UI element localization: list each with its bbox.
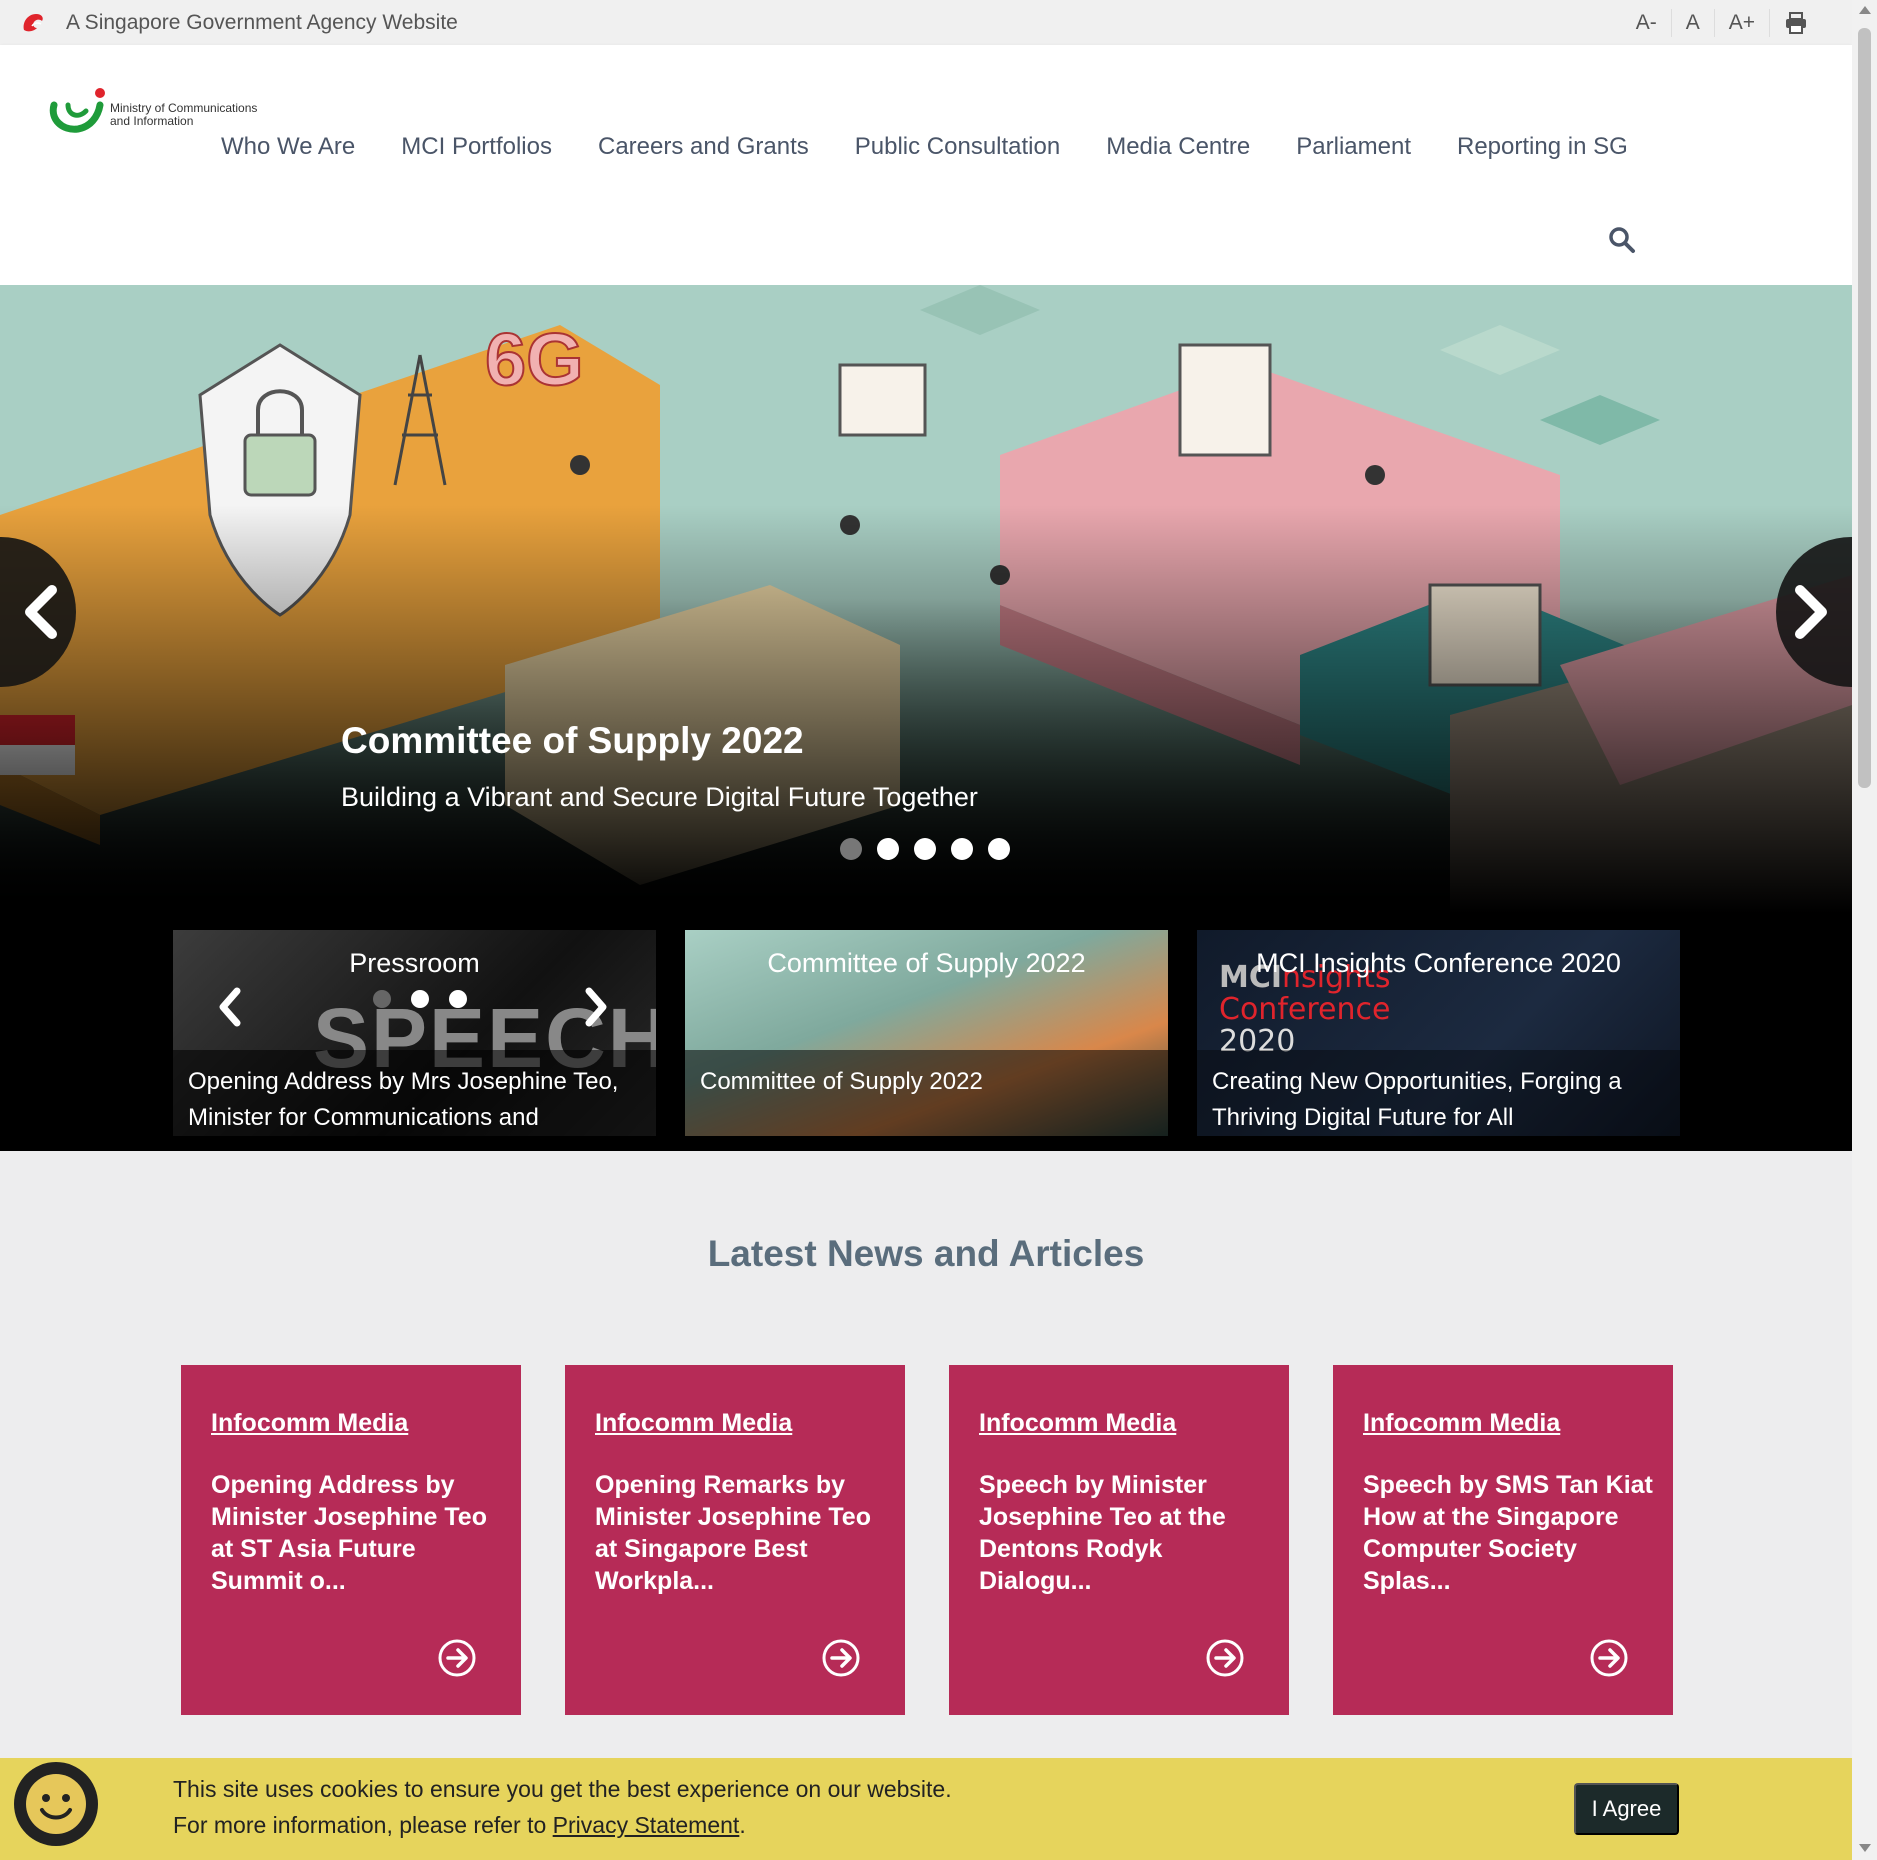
hero-illustration: 6G — [0, 285, 1852, 913]
nav-mci-portfolios[interactable]: MCI Portfolios — [378, 133, 575, 161]
nav-parliament[interactable]: Parliament — [1273, 133, 1434, 161]
news-card[interactable]: Infocomm Media Speech by SMS Tan Kiat Ho… — [1333, 1365, 1673, 1715]
feature-card-heading: Pressroom — [349, 948, 480, 978]
news-card[interactable]: Infocomm Media Opening Remarks by Minist… — [565, 1365, 905, 1715]
pressroom-dot-2[interactable] — [411, 990, 429, 1008]
nav-media-centre[interactable]: Media Centre — [1083, 133, 1273, 161]
nav-public-consultation[interactable]: Public Consultation — [832, 133, 1083, 161]
smiley-icon — [26, 1774, 86, 1834]
mci-logo-mark — [49, 88, 105, 133]
feature-card-pressroom[interactable]: SPEECH Pressroom Opening Address by Mrs … — [173, 930, 656, 1136]
cookie-banner: This site uses cookies to ensure you get… — [0, 1758, 1852, 1860]
hero-carousel: 6G Committee of S — [0, 285, 1852, 913]
gov-masthead-text: A Singapore Government Agency Website — [66, 10, 458, 34]
arrow-right-circle-icon[interactable] — [437, 1638, 477, 1678]
feature-card-body: Opening Address by Mrs Josephine Teo, Mi… — [173, 1050, 656, 1136]
scroll-down-arrow[interactable] — [1859, 1844, 1871, 1852]
privacy-statement-link[interactable]: Privacy Statement — [553, 1812, 740, 1838]
logo-text: Ministry of Communications and Informati… — [110, 102, 257, 128]
pressroom-dot-1[interactable] — [373, 990, 391, 1008]
news-category-link[interactable]: Infocomm Media — [595, 1409, 792, 1438]
cookie-period: . — [739, 1812, 746, 1838]
hero-dot-5[interactable] — [988, 838, 1010, 860]
news-title[interactable]: Opening Address by Minister Josephine Te… — [211, 1469, 501, 1597]
arrow-right-circle-icon[interactable] — [821, 1638, 861, 1678]
hero-dot-1[interactable] — [840, 838, 862, 860]
feature-card-body: Committee of Supply 2022 — [685, 1050, 1168, 1136]
font-reset-button[interactable]: A — [1670, 8, 1714, 37]
chevron-right-icon[interactable] — [581, 987, 611, 1027]
news-category-link[interactable]: Infocomm Media — [211, 1409, 408, 1438]
news-category-link[interactable]: Infocomm Media — [1363, 1409, 1560, 1438]
news-title[interactable]: Speech by SMS Tan Kiat How at the Singap… — [1363, 1469, 1653, 1597]
chevron-left-icon[interactable] — [215, 987, 245, 1027]
feature-strip: SPEECH Pressroom Opening Address by Mrs … — [0, 913, 1852, 1151]
hero-dot-2[interactable] — [877, 838, 899, 860]
hero-pagination — [840, 838, 1010, 860]
main-navigation: Who We Are MCI Portfolios Careers and Gr… — [198, 133, 1651, 161]
news-card[interactable]: Infocomm Media Opening Address by Minist… — [181, 1365, 521, 1715]
latest-news-heading: Latest News and Articles — [707, 1233, 1145, 1274]
news-card[interactable]: Infocomm Media Speech by Minister Joseph… — [949, 1365, 1289, 1715]
print-icon — [1786, 11, 1806, 34]
cookie-message: This site uses cookies to ensure you get… — [173, 1776, 952, 1802]
feedback-button[interactable] — [14, 1762, 98, 1846]
site-header: Ministry of Communications and Informati… — [0, 45, 1852, 285]
search-icon[interactable] — [1607, 225, 1637, 255]
font-decrease-button[interactable]: A- — [1622, 9, 1671, 37]
pressroom-dot-3[interactable] — [449, 990, 467, 1008]
cookie-agree-button[interactable]: I Agree — [1574, 1783, 1679, 1835]
news-title[interactable]: Speech by Minister Josephine Teo at the … — [979, 1469, 1269, 1597]
nav-who-we-are[interactable]: Who We Are — [198, 133, 378, 161]
accessibility-tools: A- A A+ — [1622, 0, 1822, 45]
hero-dot-4[interactable] — [951, 838, 973, 860]
arrow-right-circle-icon[interactable] — [1205, 1638, 1245, 1678]
scroll-up-arrow[interactable] — [1859, 6, 1871, 14]
chevron-right-icon — [1795, 585, 1827, 639]
hero-subtitle: Building a Vibrant and Secure Digital Fu… — [341, 782, 978, 812]
hero-title[interactable]: Committee of Supply 2022 — [341, 720, 804, 762]
news-title[interactable]: Opening Remarks by Minister Josephine Te… — [595, 1469, 885, 1597]
news-category-link[interactable]: Infocomm Media — [979, 1409, 1176, 1438]
pressroom-pagination — [373, 990, 467, 1008]
page-scrollbar[interactable] — [1852, 0, 1877, 1860]
hero-dot-3[interactable] — [914, 838, 936, 860]
arrow-right-circle-icon[interactable] — [1589, 1638, 1629, 1678]
logo-line-2: and Information — [110, 114, 194, 128]
insights-bg-conference: Conference — [1219, 992, 1391, 1027]
chevron-left-icon — [25, 585, 57, 639]
cookie-more-info-text: For more information, please refer to — [173, 1812, 553, 1838]
feature-card-insights-conference[interactable]: MCInsights Conference 2020 MCI Insights … — [1197, 930, 1680, 1136]
singapore-lion-icon — [23, 13, 43, 31]
nav-reporting-in-sg[interactable]: Reporting in SG — [1434, 133, 1651, 161]
cookie-more-info: For more information, please refer to Pr… — [173, 1812, 746, 1839]
scroll-thumb[interactable] — [1858, 28, 1871, 788]
feature-card-body: Creating New Opportunities, Forging a Th… — [1197, 1050, 1680, 1136]
print-button[interactable] — [1769, 8, 1822, 37]
gov-masthead: A Singapore Government Agency Website A-… — [0, 0, 1852, 45]
nav-careers-and-grants[interactable]: Careers and Grants — [575, 133, 832, 161]
font-increase-button[interactable]: A+ — [1713, 8, 1769, 37]
mci-logo[interactable]: Ministry of Communications and Informati… — [48, 85, 257, 135]
feature-card-committee-of-supply[interactable]: Committee of Supply 2022 Committee of Su… — [685, 930, 1168, 1136]
feature-card-heading: Committee of Supply 2022 — [767, 948, 1086, 978]
feature-card-heading: MCI Insights Conference 2020 — [1256, 948, 1621, 978]
